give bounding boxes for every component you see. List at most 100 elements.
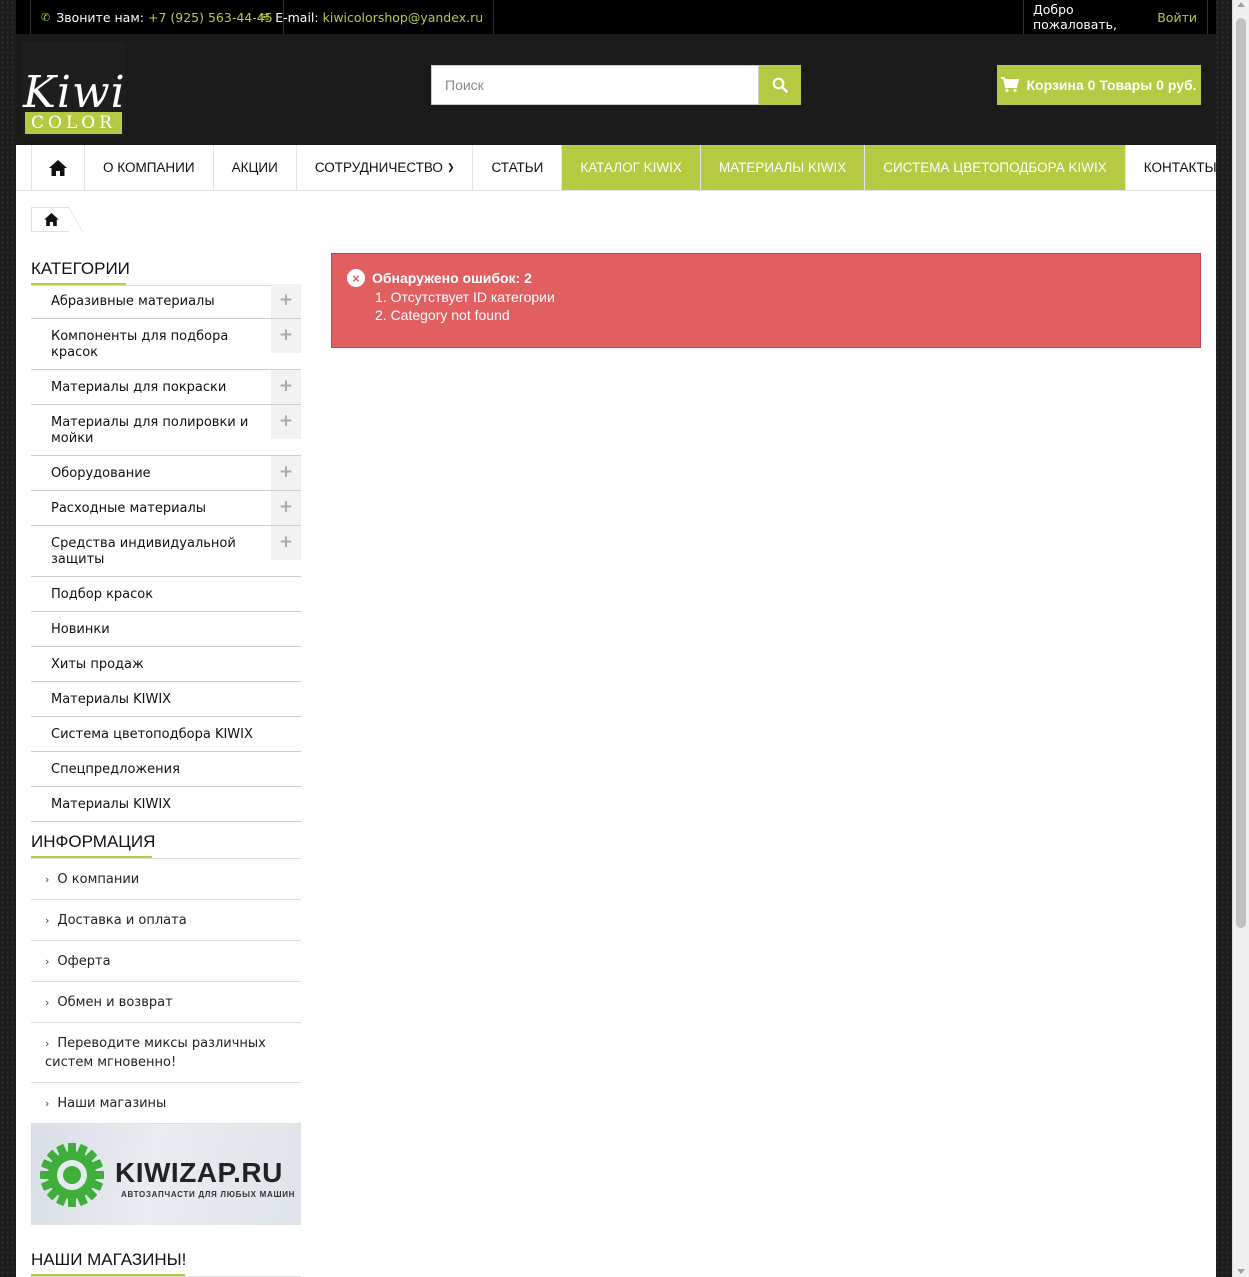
category-label: Спецпредложения	[51, 762, 180, 777]
plus-icon[interactable]: +	[271, 284, 301, 318]
logo[interactable]: Kiwi COLOR	[22, 42, 125, 137]
error-item: 2. Category not found	[375, 307, 510, 323]
plus-icon[interactable]: +	[271, 405, 301, 439]
logo-word-bottom: COLOR	[25, 112, 122, 134]
category-label: Материалы KIWIX	[51, 797, 172, 812]
list-item[interactable]: Абразивные материалы +	[31, 284, 301, 319]
envelope-icon: ✉	[260, 10, 270, 24]
cart-button[interactable]: Корзина 0 Товары 0 руб.	[997, 65, 1201, 105]
scroll-down-arrow-icon[interactable]	[1237, 1269, 1245, 1274]
list-item[interactable]: › Доставка и оплата	[31, 900, 301, 941]
nav-label: СОТРУДНИЧЕСТВО	[314, 160, 443, 175]
category-label: Материалы KIWIX	[51, 692, 172, 707]
scrollbar[interactable]	[1232, 0, 1249, 1277]
nav-label: СИСТЕМА ЦВЕТОПОДБОРА KIWIX	[883, 160, 1107, 175]
list-item[interactable]: Средства индивидуальной защиты +	[31, 526, 301, 577]
nav-label: МАТЕРИАЛЫ KIWIX	[718, 160, 847, 175]
nav-item-cooperation[interactable]: СОТРУДНИЧЕСТВО ❯	[297, 145, 474, 190]
nav-home[interactable]	[32, 145, 85, 190]
plus-icon[interactable]: +	[271, 319, 301, 353]
list-item[interactable]: › О компании	[31, 859, 301, 900]
scrollbar-thumb[interactable]	[1236, 18, 1246, 928]
nav-item-articles[interactable]: СТАТЬИ	[473, 145, 563, 190]
list-item[interactable]: Материалы для покраски +	[31, 370, 301, 405]
category-label: Материалы для покраски	[51, 380, 227, 395]
category-label: Новинки	[51, 622, 110, 637]
list-item[interactable]: › Переводите миксы различных систем мгнов…	[31, 1023, 301, 1083]
login-link[interactable]: Войти	[1157, 10, 1197, 25]
nav-label: КОНТАКТЫ	[1143, 160, 1217, 175]
list-item[interactable]: › Наши магазины	[31, 1083, 301, 1124]
categories-title: Категории	[31, 259, 130, 278]
list-item[interactable]: Спецпредложения	[31, 752, 301, 787]
search-input[interactable]	[431, 65, 759, 105]
nav-item-promotions[interactable]: АКЦИИ	[214, 145, 297, 190]
nav-item-catalog-kiwix[interactable]: КАТАЛОГ KIWIX	[562, 145, 701, 190]
list-item[interactable]: › Обмен и возврат	[31, 982, 301, 1023]
list-item[interactable]: Материалы KIWIX	[31, 787, 301, 822]
category-list: Абразивные материалы + Компоненты для под…	[31, 284, 301, 822]
info-label: Оферта	[57, 954, 111, 969]
home-icon	[49, 159, 67, 176]
information-title: Информация	[31, 832, 156, 851]
list-item[interactable]: Подбор красок	[31, 577, 301, 612]
list-item[interactable]: Компоненты для подбора красок +	[31, 319, 301, 370]
breadcrumb[interactable]	[31, 207, 83, 232]
list-item[interactable]: › Оферта	[31, 941, 301, 982]
welcome-area: Добро пожаловать, Войти	[1023, 0, 1208, 34]
chevron-right-icon: ›	[45, 996, 50, 1009]
nav-item-company[interactable]: О КОМПАНИИ	[85, 145, 214, 190]
error-item: 1. Отсутствует ID категории	[375, 289, 555, 305]
nav-divider	[16, 190, 1216, 191]
cart-label: Корзина 0 Товары 0 руб.	[1026, 77, 1197, 93]
plus-icon[interactable]: +	[271, 491, 301, 525]
page-content: О КОМПАНИИ АКЦИИ СОТРУДНИЧЕСТВО ❯ СТАТЬИ …	[16, 145, 1236, 1277]
nav-label: СТАТЬИ	[491, 160, 544, 175]
list-item[interactable]: Система цветоподбора KIWIX	[31, 717, 301, 752]
stores-title: Наши магазины!	[31, 1250, 187, 1269]
welcome-text: Добро пожаловать,	[1033, 2, 1118, 32]
banner-title: KIWIZAP.RU	[115, 1157, 283, 1188]
list-item[interactable]: Новинки	[31, 612, 301, 647]
phone-contact: ✆ Звоните нам: +7 (925) 563-44-45	[30, 0, 284, 34]
information-list: › О компании › Доставка и оплата › Оферта ›…	[31, 859, 301, 1124]
top-bar: ✆ Звоните нам: +7 (925) 563-44-45 ✉ E-ma…	[16, 0, 1216, 34]
info-label: О компании	[57, 872, 140, 887]
close-icon: ×	[347, 269, 365, 287]
info-label: Наши магазины	[57, 1096, 167, 1111]
categories-heading: Категории	[31, 259, 130, 285]
chevron-down-icon: ❯	[446, 162, 455, 172]
info-label: Доставка и оплата	[57, 913, 187, 928]
nav-label: О КОМПАНИИ	[103, 160, 195, 175]
list-item[interactable]: Хиты продаж	[31, 647, 301, 682]
phone-label: Звоните нам:	[56, 9, 144, 25]
plus-icon[interactable]: +	[271, 456, 301, 490]
category-label: Абразивные материалы	[51, 294, 215, 309]
email-link[interactable]: kiwicolorshop@yandex.ru	[323, 10, 484, 25]
email-label: E-mail:	[275, 9, 319, 25]
category-label: Расходные материалы	[51, 501, 207, 516]
nav-item-color-system-kiwix[interactable]: СИСТЕМА ЦВЕТОПОДБОРА KIWIX	[865, 145, 1126, 190]
kiwizap-banner[interactable]: KIWIZAP.RU Автозапчасти для любых машин	[31, 1124, 301, 1225]
header: Kiwi COLOR Корзина 0 Товары 0 руб.	[16, 34, 1216, 145]
category-label: Средства индивидуальной защиты	[51, 536, 236, 567]
category-label: Оборудование	[51, 466, 151, 481]
search-button[interactable]	[759, 65, 801, 105]
list-item[interactable]: Расходные материалы +	[31, 491, 301, 526]
scroll-up-arrow-icon[interactable]	[1237, 2, 1245, 7]
list-item[interactable]: Материалы KIWIX	[31, 682, 301, 717]
list-item[interactable]: Материалы для полировки и мойки +	[31, 405, 301, 456]
info-label: Обмен и возврат	[57, 995, 173, 1010]
gear-icon	[40, 1143, 104, 1207]
chevron-right-icon: ›	[45, 1037, 50, 1050]
information-heading: Информация	[31, 832, 156, 858]
plus-icon[interactable]: +	[271, 526, 301, 560]
list-item[interactable]: Оборудование +	[31, 456, 301, 491]
email-contact: ✉ E-mail: kiwicolorshop@yandex.ru	[250, 0, 495, 34]
category-label: Подбор красок	[51, 587, 154, 602]
plus-icon[interactable]: +	[271, 370, 301, 404]
nav-item-contacts[interactable]: КОНТАКТЫ	[1126, 145, 1236, 190]
main-nav: О КОМПАНИИ АКЦИИ СОТРУДНИЧЕСТВО ❯ СТАТЬИ …	[31, 145, 1236, 190]
alert-heading-row: × Обнаружено ошибок: 2	[347, 269, 1200, 287]
nav-item-materials-kiwix[interactable]: МАТЕРИАЛЫ KIWIX	[700, 145, 866, 190]
